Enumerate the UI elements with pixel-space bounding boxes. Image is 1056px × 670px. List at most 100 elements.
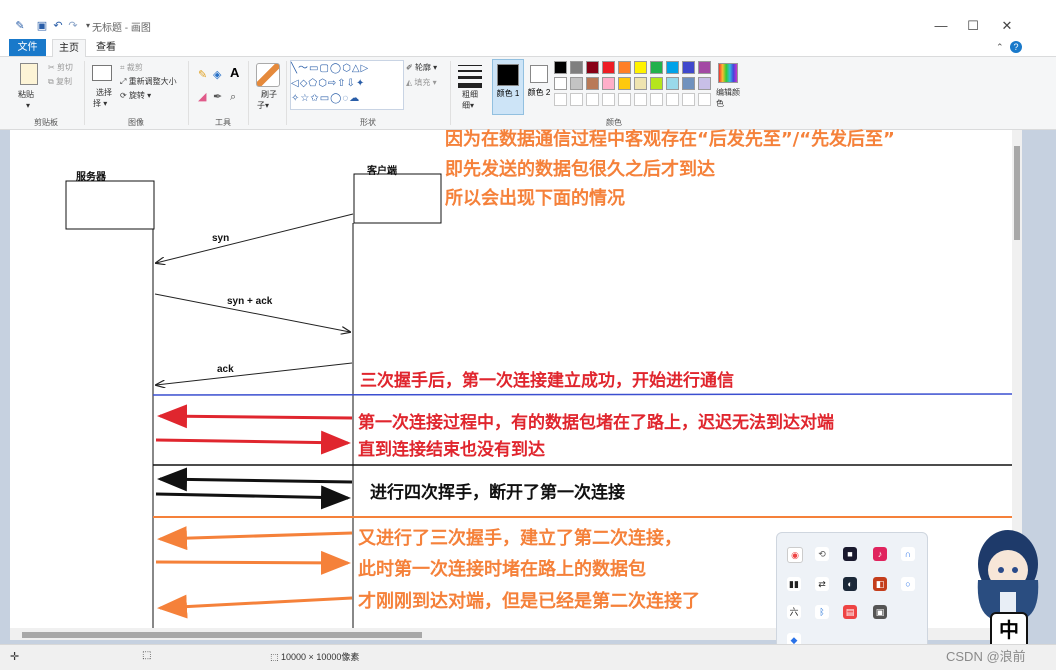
color-swatch[interactable] — [570, 77, 583, 90]
color1-button[interactable]: 颜色 1 — [492, 59, 524, 115]
tab-view[interactable]: 查看 — [90, 39, 122, 56]
audio-tray-icon[interactable]: ▮▮ — [787, 577, 801, 591]
color-swatch[interactable] — [634, 77, 647, 90]
brushes-dropdown-icon[interactable]: 子▾ — [257, 100, 269, 111]
custom-color-slot[interactable] — [618, 93, 631, 106]
dark-app-tray-icon[interactable]: ▣ — [873, 605, 887, 619]
paste-icon[interactable] — [20, 63, 38, 85]
app-tray-icon[interactable]: ■ — [843, 547, 857, 561]
resize-button[interactable]: ⤢ 重新调整大小 — [120, 76, 177, 87]
maximize-button[interactable]: ☐ — [958, 16, 988, 36]
save-icon[interactable]: ▣ — [36, 20, 48, 32]
ime-tray-icon[interactable]: 六 — [787, 605, 801, 619]
character-sticker — [977, 530, 1039, 618]
close-button[interactable]: ✕ — [992, 16, 1022, 36]
steam-tray-icon[interactable]: ◐ — [843, 577, 857, 591]
brushes-button[interactable]: 刷子 — [261, 89, 277, 100]
color-swatch[interactable] — [602, 77, 615, 90]
custom-color-slot[interactable] — [634, 93, 647, 106]
color2-button[interactable]: 颜色 2 — [526, 59, 552, 113]
cloud-tray-icon[interactable]: ∩ — [901, 547, 915, 561]
sync-tray-icon[interactable]: ⟲ — [815, 547, 829, 561]
custom-color-slot[interactable] — [602, 93, 615, 106]
color-picker-icon[interactable]: ✒ — [213, 91, 222, 103]
cursor-position-icon: ✛ — [10, 651, 20, 663]
outline-button[interactable]: ✐ 轮廓 ▾ — [406, 62, 437, 73]
paste-dropdown-icon[interactable]: ▾ — [26, 101, 30, 110]
transfer-tray-icon[interactable]: ⇄ — [815, 577, 829, 591]
tab-file[interactable]: 文件 — [9, 39, 46, 56]
color-swatch[interactable] — [554, 61, 567, 74]
select-dropdown-icon[interactable]: 择 ▾ — [93, 98, 107, 109]
size-dropdown-icon[interactable]: 细▾ — [462, 100, 474, 111]
red-arrow-left — [157, 404, 353, 429]
vertical-scroll-thumb[interactable] — [1014, 146, 1020, 240]
shapes-row: ✧☆✩▭◯◌☁ — [291, 93, 361, 104]
color-swatch[interactable] — [618, 77, 631, 90]
paint-app-icon: ✎ — [15, 20, 25, 32]
color-swatch[interactable] — [618, 61, 631, 74]
copy-button[interactable]: ⧉ 复制 — [48, 76, 72, 87]
magnifier-icon[interactable]: ⌕ — [230, 91, 236, 103]
fill-button[interactable]: ◭ 填充 ▾ — [406, 77, 437, 88]
undo-icon[interactable]: ↶ — [52, 20, 64, 32]
annotation-second-line1: 又进行了三次握手，建立了第二次连接， — [358, 528, 682, 549]
custom-color-slot[interactable] — [666, 93, 679, 106]
edit-colors-button[interactable]: 编辑颜色 — [716, 87, 740, 109]
edit-colors-icon[interactable] — [718, 63, 738, 83]
color-swatch[interactable] — [682, 77, 695, 90]
fill-icon[interactable]: ◈ — [213, 69, 221, 81]
circle-tray-icon[interactable]: ○ — [901, 577, 915, 591]
tab-home[interactable]: 主页 — [52, 39, 86, 57]
color-swatch[interactable] — [666, 77, 679, 90]
size-icon[interactable] — [458, 65, 482, 88]
bluetooth-tray-icon[interactable]: ᛒ — [815, 605, 829, 619]
group-label-clipboard: 剪贴板 — [34, 118, 58, 127]
brushes-icon[interactable] — [256, 63, 280, 87]
custom-color-slot[interactable] — [570, 93, 583, 106]
help-icon[interactable]: ? — [1010, 41, 1022, 53]
color-swatch[interactable] — [682, 61, 695, 74]
color-swatch[interactable] — [698, 77, 711, 90]
eraser-icon[interactable]: ◢ — [198, 91, 206, 103]
horizontal-scroll-thumb[interactable] — [22, 632, 422, 638]
minimize-button[interactable]: — — [926, 16, 956, 36]
size-button[interactable]: 粗细 — [462, 89, 478, 100]
custom-color-slot[interactable] — [554, 93, 567, 106]
rotate-button[interactable]: ⟳ 旋转 ▾ — [120, 90, 151, 101]
crop-button[interactable]: ⌗ 裁剪 — [120, 62, 143, 73]
color-swatch[interactable] — [650, 77, 663, 90]
select-button[interactable]: 选择 — [96, 87, 112, 98]
color-swatch[interactable] — [602, 61, 615, 74]
custom-color-slot[interactable] — [682, 93, 695, 106]
chrome-tray-icon[interactable]: ◉ — [787, 547, 803, 563]
custom-color-slot[interactable] — [698, 93, 711, 106]
redo-icon[interactable]: ↷ — [67, 20, 79, 32]
outline-icon: ✐ — [406, 63, 413, 72]
pencil-icon[interactable]: ✎ — [198, 69, 207, 81]
color-swatch[interactable] — [650, 61, 663, 74]
red-app-tray-icon[interactable]: ▤ — [843, 605, 857, 619]
color-swatch[interactable] — [570, 61, 583, 74]
office-tray-icon[interactable]: ◧ — [873, 577, 887, 591]
text-icon[interactable]: A — [230, 66, 239, 79]
color-palette[interactable] — [554, 61, 714, 107]
shapes-gallery[interactable]: ╲〜▭▢◯⬡△▷ ◁◇⬠⬡⇨⇧⇩✦ ✧☆✩▭◯◌☁ — [290, 60, 404, 110]
custom-color-slot[interactable] — [586, 93, 599, 106]
color1-label: 颜色 1 — [496, 89, 520, 98]
cut-button[interactable]: ✂ 剪切 — [48, 62, 73, 73]
color-swatch[interactable] — [586, 61, 599, 74]
color-swatch[interactable] — [554, 77, 567, 90]
copy-icon: ⧉ — [48, 77, 54, 86]
color-swatch[interactable] — [666, 61, 679, 74]
paste-button[interactable]: 粘贴 — [18, 89, 34, 100]
custom-color-slot[interactable] — [650, 93, 663, 106]
collapse-ribbon-icon[interactable]: ⌃ — [996, 42, 1004, 53]
music-tray-icon[interactable]: ♪ — [873, 547, 887, 561]
color-swatch[interactable] — [634, 61, 647, 74]
group-label-tools: 工具 — [215, 118, 231, 127]
select-icon[interactable] — [92, 65, 112, 81]
cut-icon: ✂ — [48, 63, 55, 72]
color-swatch[interactable] — [586, 77, 599, 90]
color-swatch[interactable] — [698, 61, 711, 74]
